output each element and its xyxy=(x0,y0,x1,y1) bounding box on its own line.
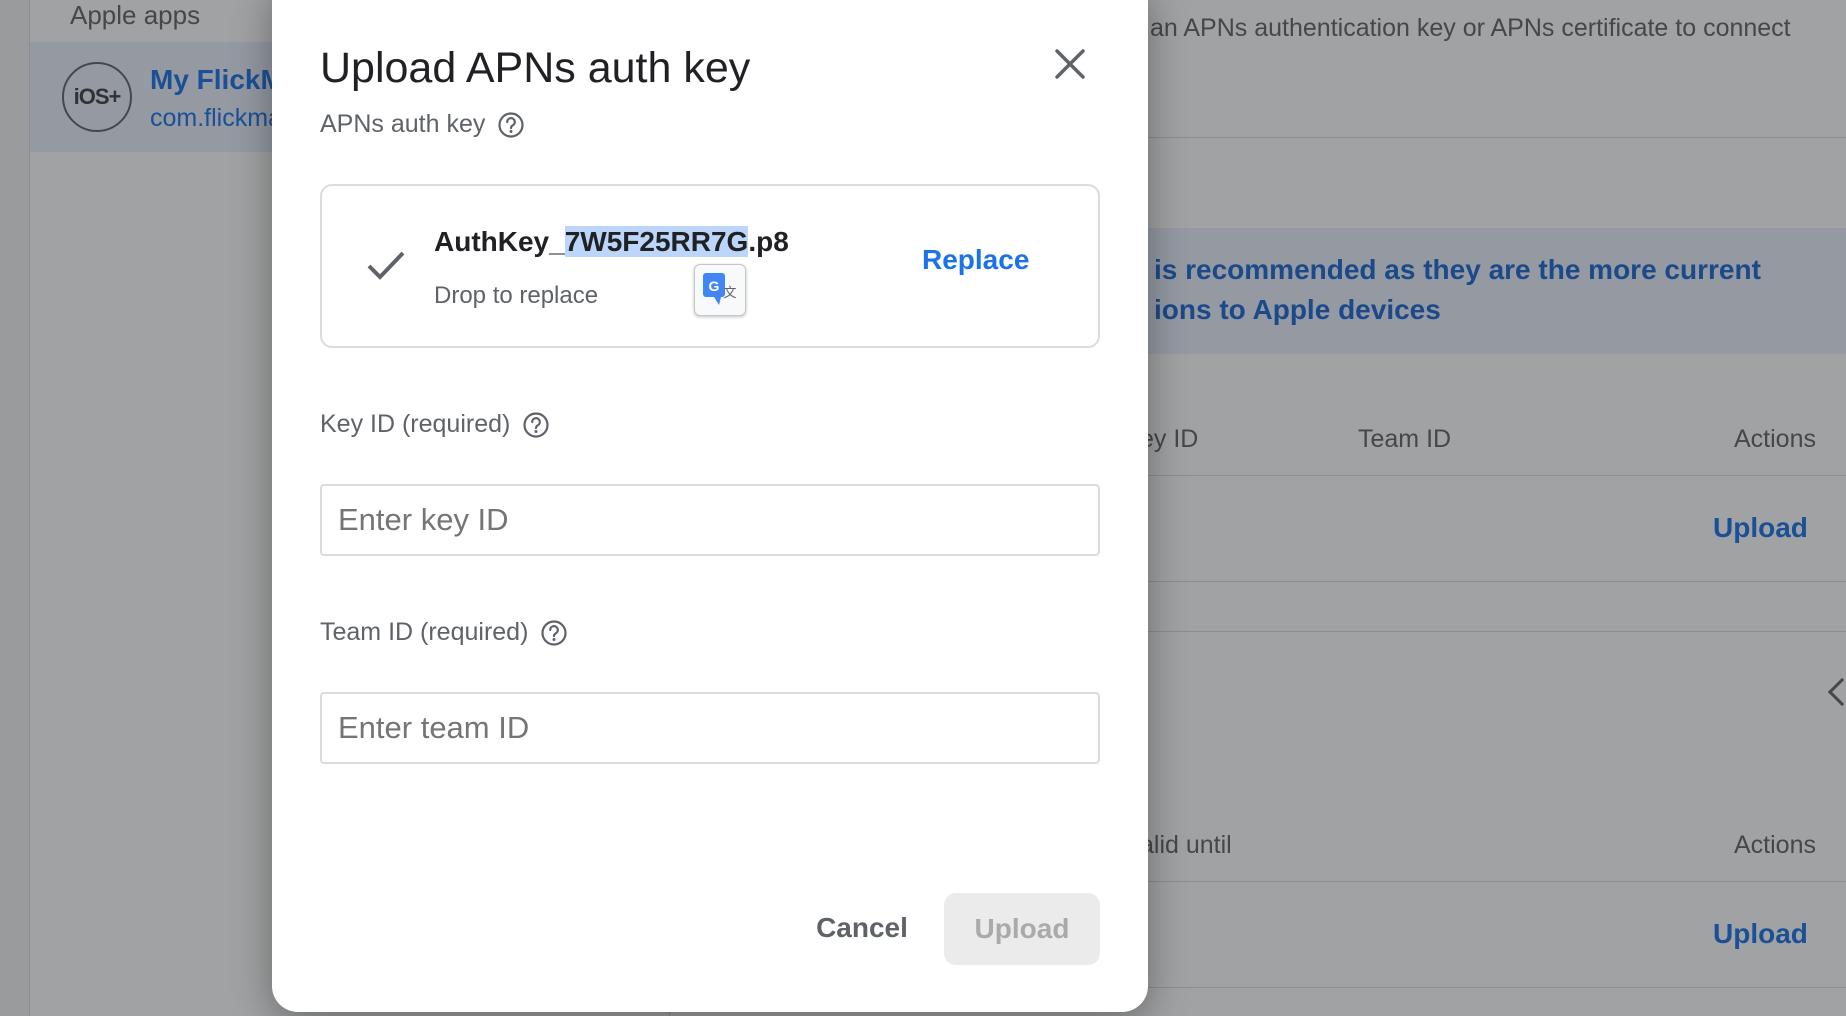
team-id-input[interactable] xyxy=(320,692,1100,764)
auth-key-label: APNs auth key xyxy=(320,110,525,139)
svg-text:G: G xyxy=(709,278,720,294)
auth-key-dropzone[interactable]: AuthKey_7W5F25RR7G.p8 Drop to replace G … xyxy=(320,184,1100,348)
key-id-input[interactable] xyxy=(320,484,1100,556)
help-icon[interactable] xyxy=(497,111,525,139)
check-icon xyxy=(367,251,405,280)
help-icon[interactable] xyxy=(540,619,568,647)
google-translate-icon[interactable]: G 文 xyxy=(694,264,746,316)
dialog-title: Upload APNs auth key xyxy=(320,44,751,92)
replace-button[interactable]: Replace xyxy=(922,244,1029,276)
team-id-label: Team ID (required) xyxy=(320,618,568,647)
close-button[interactable] xyxy=(1042,36,1098,92)
uploaded-file-name: AuthKey_7W5F25RR7G.p8 xyxy=(434,226,789,257)
key-id-label: Key ID (required) xyxy=(320,410,550,439)
close-icon xyxy=(1055,49,1085,79)
cancel-button[interactable]: Cancel xyxy=(792,893,932,963)
help-icon[interactable] xyxy=(522,411,550,439)
upload-button[interactable]: Upload xyxy=(944,893,1100,965)
selected-text: 7W5F25RR7G xyxy=(564,226,749,257)
svg-text:文: 文 xyxy=(723,286,736,301)
drop-hint: Drop to replace xyxy=(434,282,599,309)
upload-apns-dialog: Upload APNs auth key APNs auth key AuthK… xyxy=(272,0,1148,1012)
